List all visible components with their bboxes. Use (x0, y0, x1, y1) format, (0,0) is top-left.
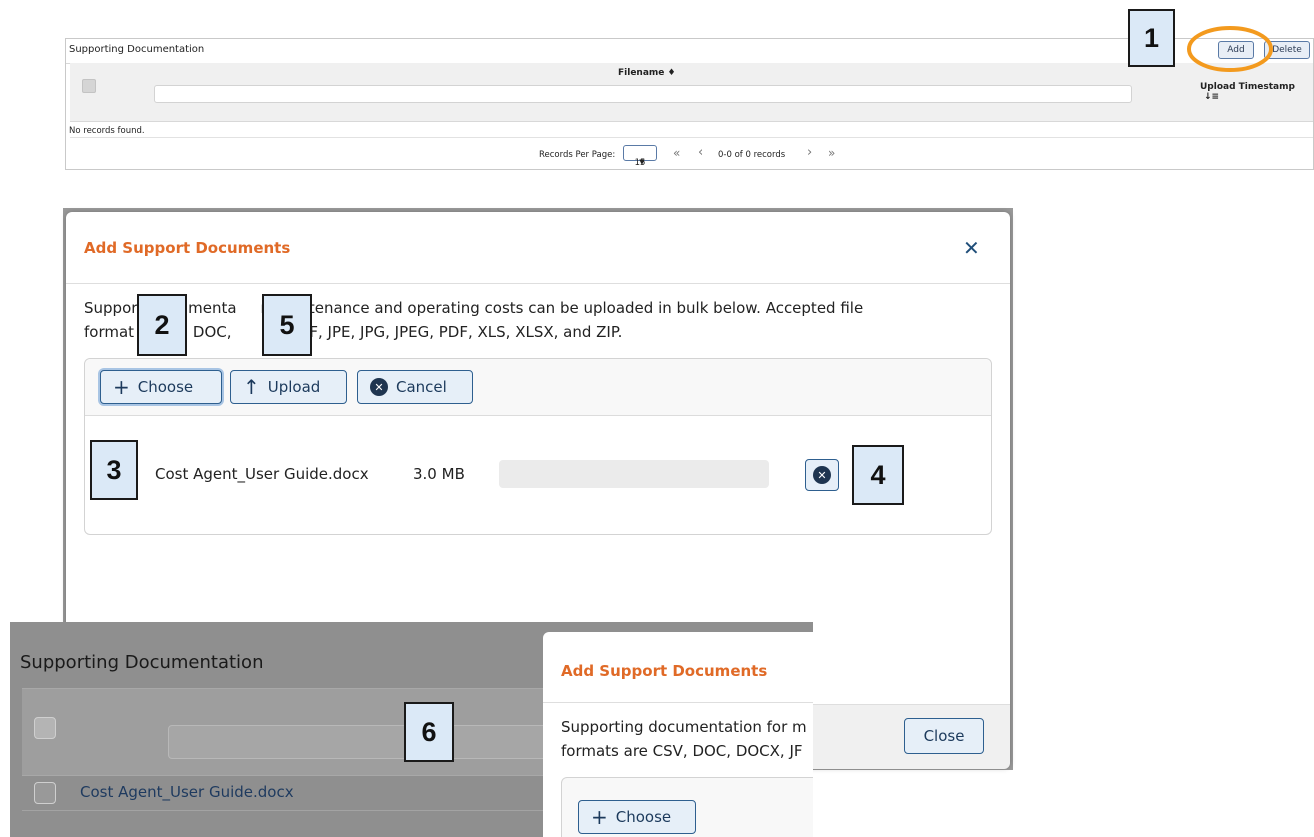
page-status: 0-0 of 0 records (718, 150, 786, 160)
paginator: Records Per Page: 15 ▼ « ‹ 0-0 of 0 reco… (70, 137, 1313, 171)
preview-dialog-divider (543, 702, 813, 703)
empty-message: No records found. (69, 126, 145, 136)
sort-both-icon: ♦ (667, 68, 676, 78)
filename-column-header[interactable]: Filename ♦ (618, 68, 676, 78)
preview-upload-toolbar: + Choose (561, 777, 813, 837)
upload-toolbar: + Choose ↑ Upload ✕ Cancel (85, 359, 991, 416)
filename-header-label: Filename (618, 68, 665, 78)
records-per-page-select[interactable]: 15 ▼ (623, 145, 657, 168)
upload-button[interactable]: ↑ Upload (230, 370, 347, 404)
cancel-circle-icon: ✕ (370, 378, 388, 396)
add-highlight-ellipse (1187, 26, 1273, 72)
cancel-button[interactable]: ✕ Cancel (357, 370, 473, 404)
upload-timestamp-column-header[interactable]: Upload Timestamp ↓≡ (1200, 82, 1313, 102)
callout-4: 4 (852, 445, 904, 505)
preview-desc-line-1: Supporting documentation for m (561, 718, 807, 736)
chevron-down-icon: ▼ (639, 158, 645, 166)
preview-dialog-description: Supporting documentation for m formats a… (561, 715, 813, 763)
preview-table-header (22, 688, 550, 776)
upload-label: Upload (267, 378, 321, 396)
file-size: 3.0 MB (413, 465, 465, 483)
preview-choose-button[interactable]: + Choose (578, 800, 696, 834)
prev-page-icon[interactable]: ‹ (698, 145, 703, 160)
plus-icon: + (113, 375, 130, 399)
select-all-checkbox[interactable] (82, 79, 96, 93)
table-header: Filename ♦ Upload Timestamp ↓≡ (70, 63, 1313, 122)
remove-file-button[interactable]: ✕ (805, 459, 839, 491)
close-icon[interactable]: ✕ (963, 236, 980, 260)
file-progress-bar (499, 460, 769, 488)
callout-2: 2 (137, 294, 187, 356)
table-row[interactable]: Cost Agent_User Guide.docx (22, 774, 550, 811)
close-button[interactable]: Close (904, 718, 984, 754)
arrow-up-icon: ↑ (243, 375, 260, 399)
preview-desc-line-2: formats are CSV, DOC, DOCX, JF (561, 742, 803, 760)
next-page-icon[interactable]: › (807, 145, 812, 160)
callout-6: 6 (404, 702, 454, 762)
records-per-page-label: Records Per Page: (539, 150, 616, 160)
last-page-icon[interactable]: » (828, 146, 835, 160)
supporting-documentation-panel: Supporting Documentation Add Delete File… (65, 38, 1314, 170)
preview-choose-label: Choose (615, 808, 672, 826)
filename-filter-input[interactable] (154, 85, 1132, 103)
callout-5: 5 (262, 294, 312, 356)
preview-select-all-checkbox[interactable] (34, 717, 56, 739)
file-name: Cost Agent_User Guide.docx (155, 465, 369, 483)
callout-1: 1 (1128, 9, 1175, 67)
choose-button[interactable]: + Choose (100, 370, 222, 404)
description-line-1: Suppor ocumenta r maintenance and operat… (84, 299, 864, 317)
preview-filename-filter[interactable] (168, 725, 550, 759)
preview-dialog: Add Support Documents Supporting documen… (543, 632, 813, 837)
description-line-2: format CSV, DOC, JFIF, JIF, JPE, JPG, JP… (84, 323, 623, 341)
row-checkbox[interactable] (34, 782, 56, 804)
cancel-label: Cancel (396, 378, 447, 396)
preview-dialog-title: Add Support Documents (561, 662, 768, 680)
dialog-description: Suppor ocumenta r maintenance and operat… (84, 296, 984, 344)
plus-icon: + (591, 805, 608, 829)
remove-circle-icon: ✕ (813, 466, 831, 484)
dialog-title: Add Support Documents (84, 239, 291, 257)
sort-desc-icon: ↓≡ (1204, 92, 1220, 102)
timestamp-header-label: Upload Timestamp (1200, 82, 1295, 92)
first-page-icon[interactable]: « (673, 146, 680, 160)
panel-header: Supporting Documentation Add Delete (66, 39, 1313, 64)
panel-title: Supporting Documentation (69, 44, 205, 55)
row-filename[interactable]: Cost Agent_User Guide.docx (80, 783, 294, 801)
choose-label: Choose (137, 378, 194, 396)
callout-3: 3 (90, 440, 138, 500)
preview-title: Supporting Documentation (20, 652, 264, 673)
dialog-divider (66, 283, 1010, 284)
